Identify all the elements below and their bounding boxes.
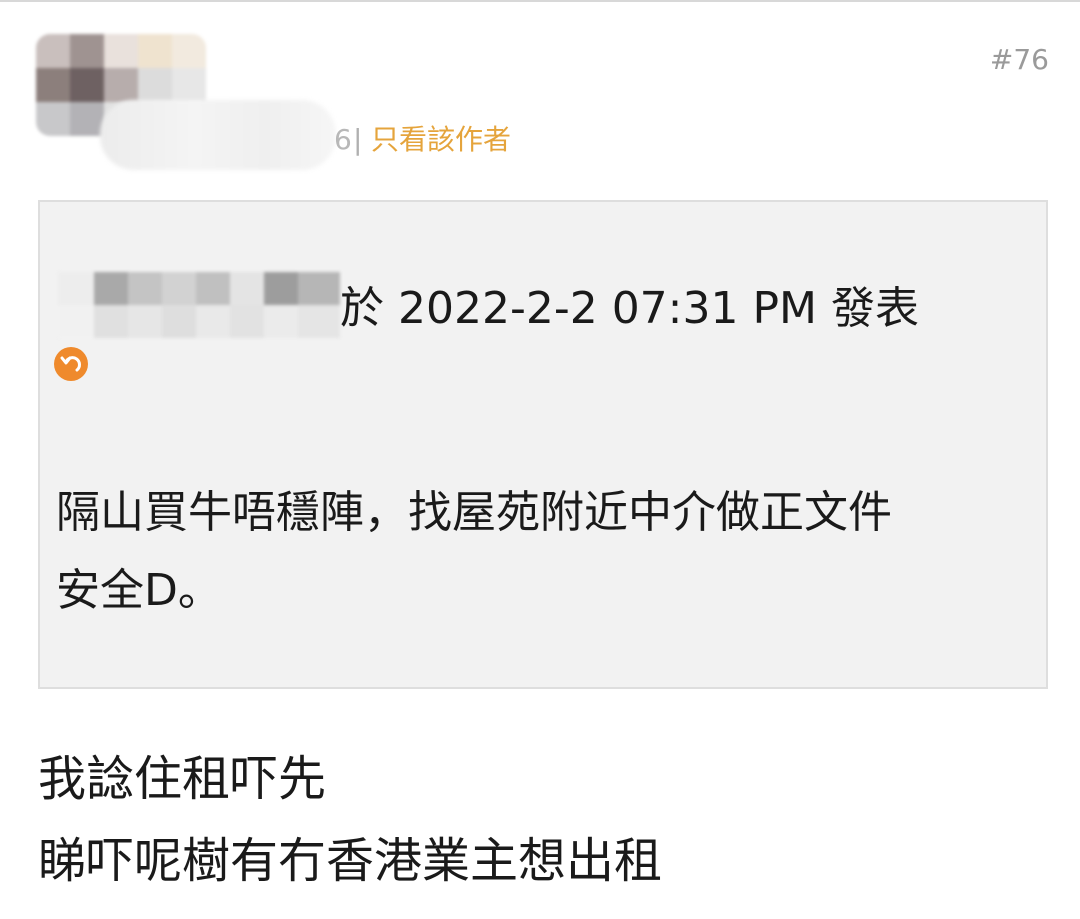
post-page: 6 | 只看該作者 #76 於 2022-2-2 07:31 PM 發表 隔山買… [0, 0, 1080, 919]
floor-number: #76 [989, 43, 1049, 76]
username-tail: 6 [334, 123, 352, 156]
username-blurred[interactable] [100, 100, 336, 170]
reply-line: 睇吓呢樹有冇香港業主想出租 [38, 833, 663, 889]
meta-separator: | [353, 123, 363, 156]
reply-line: 我諗住租吓先 [38, 751, 327, 807]
quote-body-line: 安全D。 [56, 565, 222, 616]
quote-body: 隔山買牛唔穩陣，找屋苑附近中介做正文件 安全D。 [56, 474, 1036, 630]
only-author-link[interactable]: 只看該作者 [371, 120, 511, 160]
reply-arrow-icon[interactable] [54, 347, 88, 381]
top-divider [0, 0, 1080, 2]
quote-body-line: 隔山買牛唔穩陣，找屋苑附近中介做正文件 [56, 487, 892, 538]
quoted-username-blurred [58, 272, 340, 338]
reply-content: 我諗住租吓先 睇吓呢樹有冇香港業主想出租 [38, 738, 662, 902]
quote-meta: 於 2022-2-2 07:31 PM 發表 [340, 283, 919, 334]
quote-box: 於 2022-2-2 07:31 PM 發表 隔山買牛唔穩陣，找屋苑附近中介做正… [38, 200, 1048, 689]
